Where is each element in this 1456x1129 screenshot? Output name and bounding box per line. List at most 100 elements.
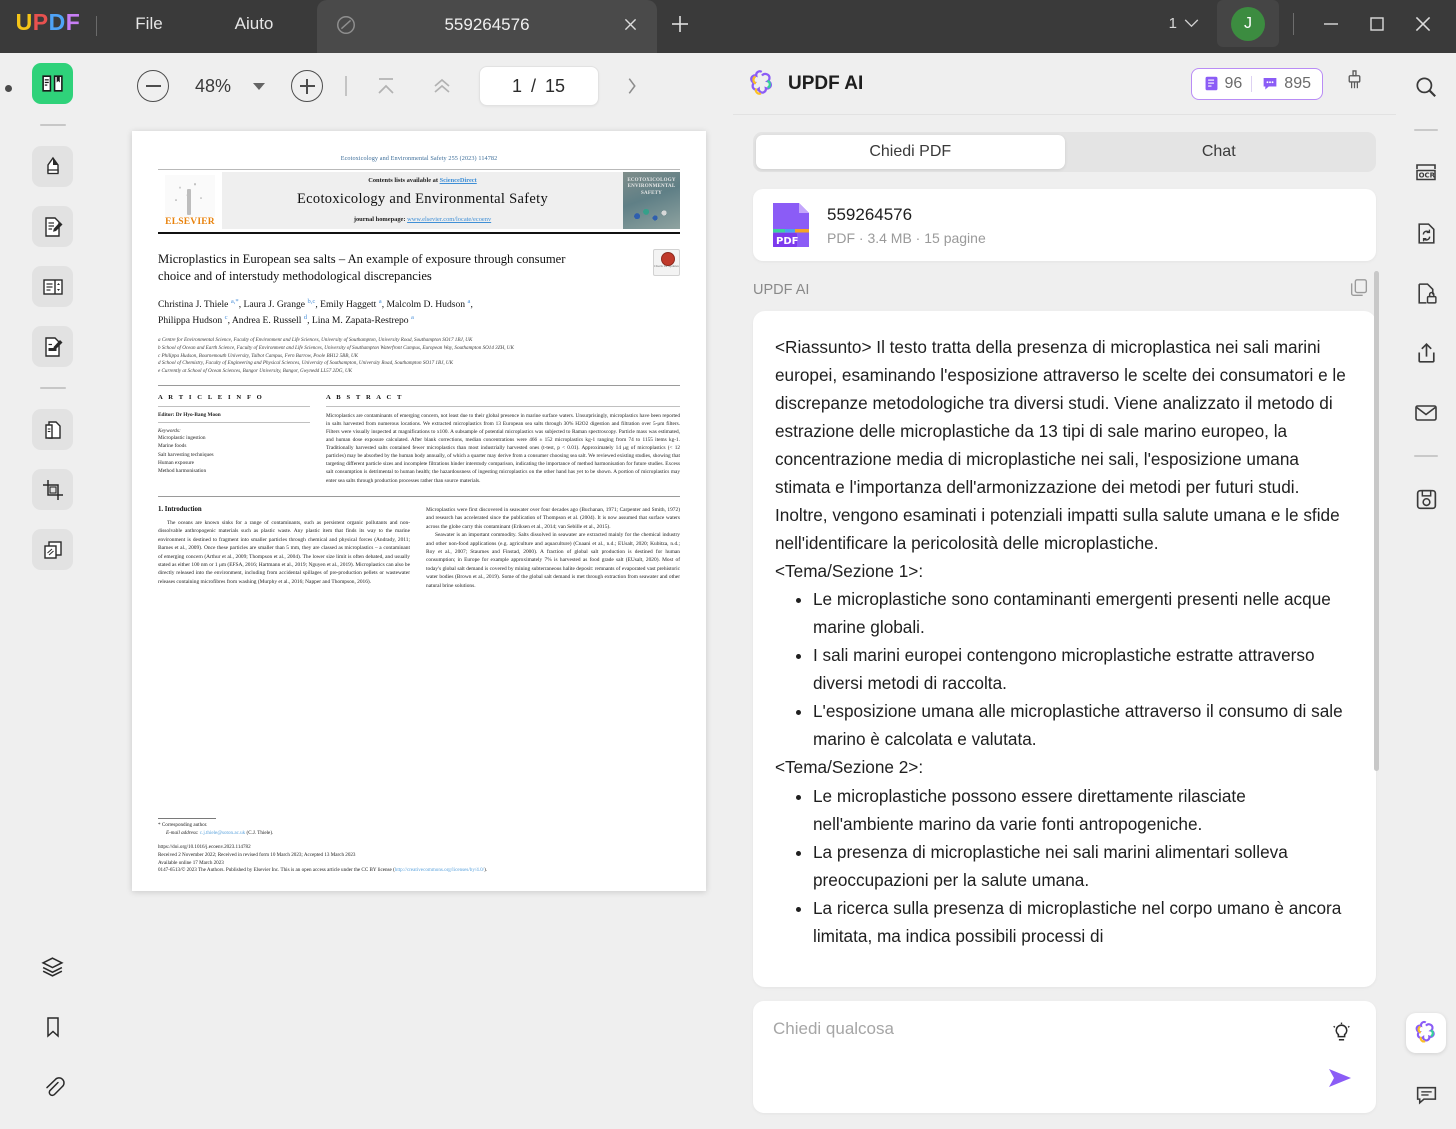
compare-pages-icon: [43, 540, 62, 559]
menu-file[interactable]: File: [97, 0, 201, 53]
masthead-thick-rule: [158, 232, 680, 235]
sidebar-item-page-layout[interactable]: [32, 266, 73, 307]
journal-masthead: ELSEVIER Contents lists available at Sci…: [158, 172, 680, 229]
layers-icon: [41, 957, 64, 977]
email-link[interactable]: c.j.thiele@soton.ac.uk: [200, 830, 245, 836]
list-item: La ricerca sulla presenza di microplasti…: [813, 894, 1350, 950]
article-title: Microplastics in European sea salts – An…: [158, 252, 566, 284]
chat-credits: 895: [1261, 75, 1311, 93]
toolbar-item-protect-document[interactable]: [1406, 273, 1446, 313]
toolbar-divider: [345, 76, 347, 96]
clear-brush-icon: [1348, 69, 1361, 88]
section2-bullets: Le microplastiche possono essere diretta…: [795, 782, 1350, 950]
sidebar-item-compare-pages[interactable]: [32, 529, 73, 570]
rail-divider-1: [39, 124, 66, 126]
page-number-input[interactable]: 1 / 15: [478, 66, 599, 106]
toolbar-item-updf-ai[interactable]: [1406, 1013, 1446, 1053]
chevron-down-icon[interactable]: [253, 82, 265, 90]
homepage-link[interactable]: www.elsevier.com/locate/ecoenv: [407, 216, 491, 223]
updf-logo[interactable]: UPDF: [0, 0, 96, 53]
info-rule-1: [158, 406, 310, 408]
info-rule-2: [158, 422, 310, 424]
sciencedirect-link[interactable]: ScienceDirect: [440, 177, 477, 184]
first-page-button[interactable]: [369, 69, 403, 103]
tab-chiedi-pdf[interactable]: Chiedi PDF: [756, 135, 1065, 169]
chat-credit-count: 895: [1284, 74, 1311, 92]
keyword-list: Microplastic ingestion Marine foods Salt…: [158, 434, 310, 475]
copy-message-button[interactable]: [1348, 277, 1370, 304]
search-icon: [1416, 77, 1436, 97]
received-dates: Received 2 November 2022; Received in re…: [158, 852, 356, 859]
toolbar-item-feedback[interactable]: [1406, 1075, 1446, 1115]
current-page: 1: [511, 75, 522, 96]
doi-link[interactable]: https://doi.org/10.1016/j.ecoenv.2023.11…: [158, 844, 680, 852]
sidebar-item-edit-document[interactable]: [32, 206, 73, 247]
window-count-selector[interactable]: 1: [1169, 15, 1199, 32]
sidebar-item-form-edit[interactable]: [32, 326, 73, 367]
tab-chat[interactable]: Chat: [1065, 135, 1374, 169]
document-credit-icon: [1205, 76, 1217, 91]
elsevier-tree-icon: [165, 175, 215, 217]
updf-ai-icon: [1415, 1020, 1435, 1043]
zoom-out-button[interactable]: [137, 70, 169, 102]
clear-conversation-button[interactable]: [1343, 69, 1366, 99]
zoom-in-button[interactable]: [291, 70, 323, 102]
attached-document-card[interactable]: PDF 559264576 PDF · 3.4 MB · 15 pagine: [753, 189, 1376, 261]
keyword-item: Human exposure: [158, 459, 195, 466]
svg-text:OCR: OCR: [1419, 172, 1436, 180]
toolbar-item-convert-file[interactable]: [1406, 213, 1446, 253]
titlebar-divider-2: [1293, 12, 1294, 35]
toolbar-item-save[interactable]: [1406, 479, 1446, 519]
toolbar-item-share[interactable]: [1406, 333, 1446, 373]
document-tab[interactable]: 559264576: [317, 0, 657, 53]
sidebar-item-convert-document[interactable]: [32, 409, 73, 450]
sidebar-item-bookmark[interactable]: [32, 1006, 73, 1047]
ai-tab-bar: Chiedi PDF Chat: [753, 132, 1376, 172]
toolbar-item-search[interactable]: [1406, 67, 1446, 107]
svg-text:PDF: PDF: [776, 236, 798, 247]
toolbar-item-mail[interactable]: [1406, 393, 1446, 433]
mail-icon: [1415, 405, 1437, 421]
sidebar-item-attachment[interactable]: [32, 1066, 73, 1107]
tab-close-button[interactable]: [617, 12, 643, 38]
collapse-panel-button[interactable]: [615, 69, 649, 103]
affiliation-c: c Philippa Hudson, Bournemouth Universit…: [158, 352, 359, 359]
page-footer: * Corresponding author. E-mail address: …: [158, 818, 680, 875]
minimize-button[interactable]: [1308, 4, 1354, 44]
page-scroll-area[interactable]: Ecotoxicology and Environmental Safety 2…: [105, 119, 733, 1129]
sidebar-item-crop[interactable]: [32, 469, 73, 510]
journal-header: Ecotoxicology and Environmental Safety 2…: [340, 155, 498, 162]
pdf-page-1: Ecotoxicology and Environmental Safety 2…: [132, 131, 706, 891]
close-icon: [624, 18, 636, 31]
ai-prompt-placeholder: Chiedi qualcosa: [773, 1019, 894, 1038]
send-message-button[interactable]: [1326, 1066, 1356, 1095]
check-for-updates-badge: Check for updates: [653, 249, 680, 276]
close-window-button[interactable]: [1400, 4, 1446, 44]
ai-prompt-box[interactable]: Chiedi qualcosa: [753, 1001, 1376, 1113]
ai-credits-badge[interactable]: 96 895: [1190, 67, 1323, 100]
sidebar-item-layers[interactable]: [32, 946, 73, 987]
list-item: I sali marini europei contengono micropl…: [813, 641, 1350, 697]
maximize-button[interactable]: [1354, 4, 1400, 44]
edit-document-icon: [44, 216, 62, 237]
ai-message-scrollbar[interactable]: [1374, 271, 1379, 771]
account-button[interactable]: J: [1217, 0, 1279, 47]
document-slash-icon: [337, 15, 355, 34]
prompt-suggestions-button[interactable]: [1329, 1021, 1354, 1051]
sidebar-item-reader[interactable]: [32, 63, 73, 104]
new-tab-button[interactable]: [657, 0, 703, 53]
toolbar-item-ocr[interactable]: OCR: [1406, 153, 1446, 193]
viewer-toolbar: 48% 1 / 15: [105, 53, 733, 119]
header-rule: [158, 169, 680, 170]
prev-page-button[interactable]: [425, 69, 459, 103]
list-item: L'esposizione umana alle microplastiche …: [813, 697, 1350, 753]
contents-prefix: Contents lists available at: [368, 177, 438, 184]
chevron-down-icon: [1184, 19, 1199, 28]
menu-aiuto[interactable]: Aiuto: [201, 0, 307, 53]
intro-paragraph-2: Microplastics were first discovered in s…: [426, 506, 680, 530]
section1-bullets: Le microplastiche sono contaminanti emer…: [795, 585, 1350, 753]
maximize-icon: [1370, 16, 1384, 31]
credits-divider: [1251, 75, 1253, 92]
license-link[interactable]: http://creativecommons.org/licenses/by/4…: [395, 867, 484, 873]
sidebar-item-highlighter[interactable]: [32, 146, 73, 187]
